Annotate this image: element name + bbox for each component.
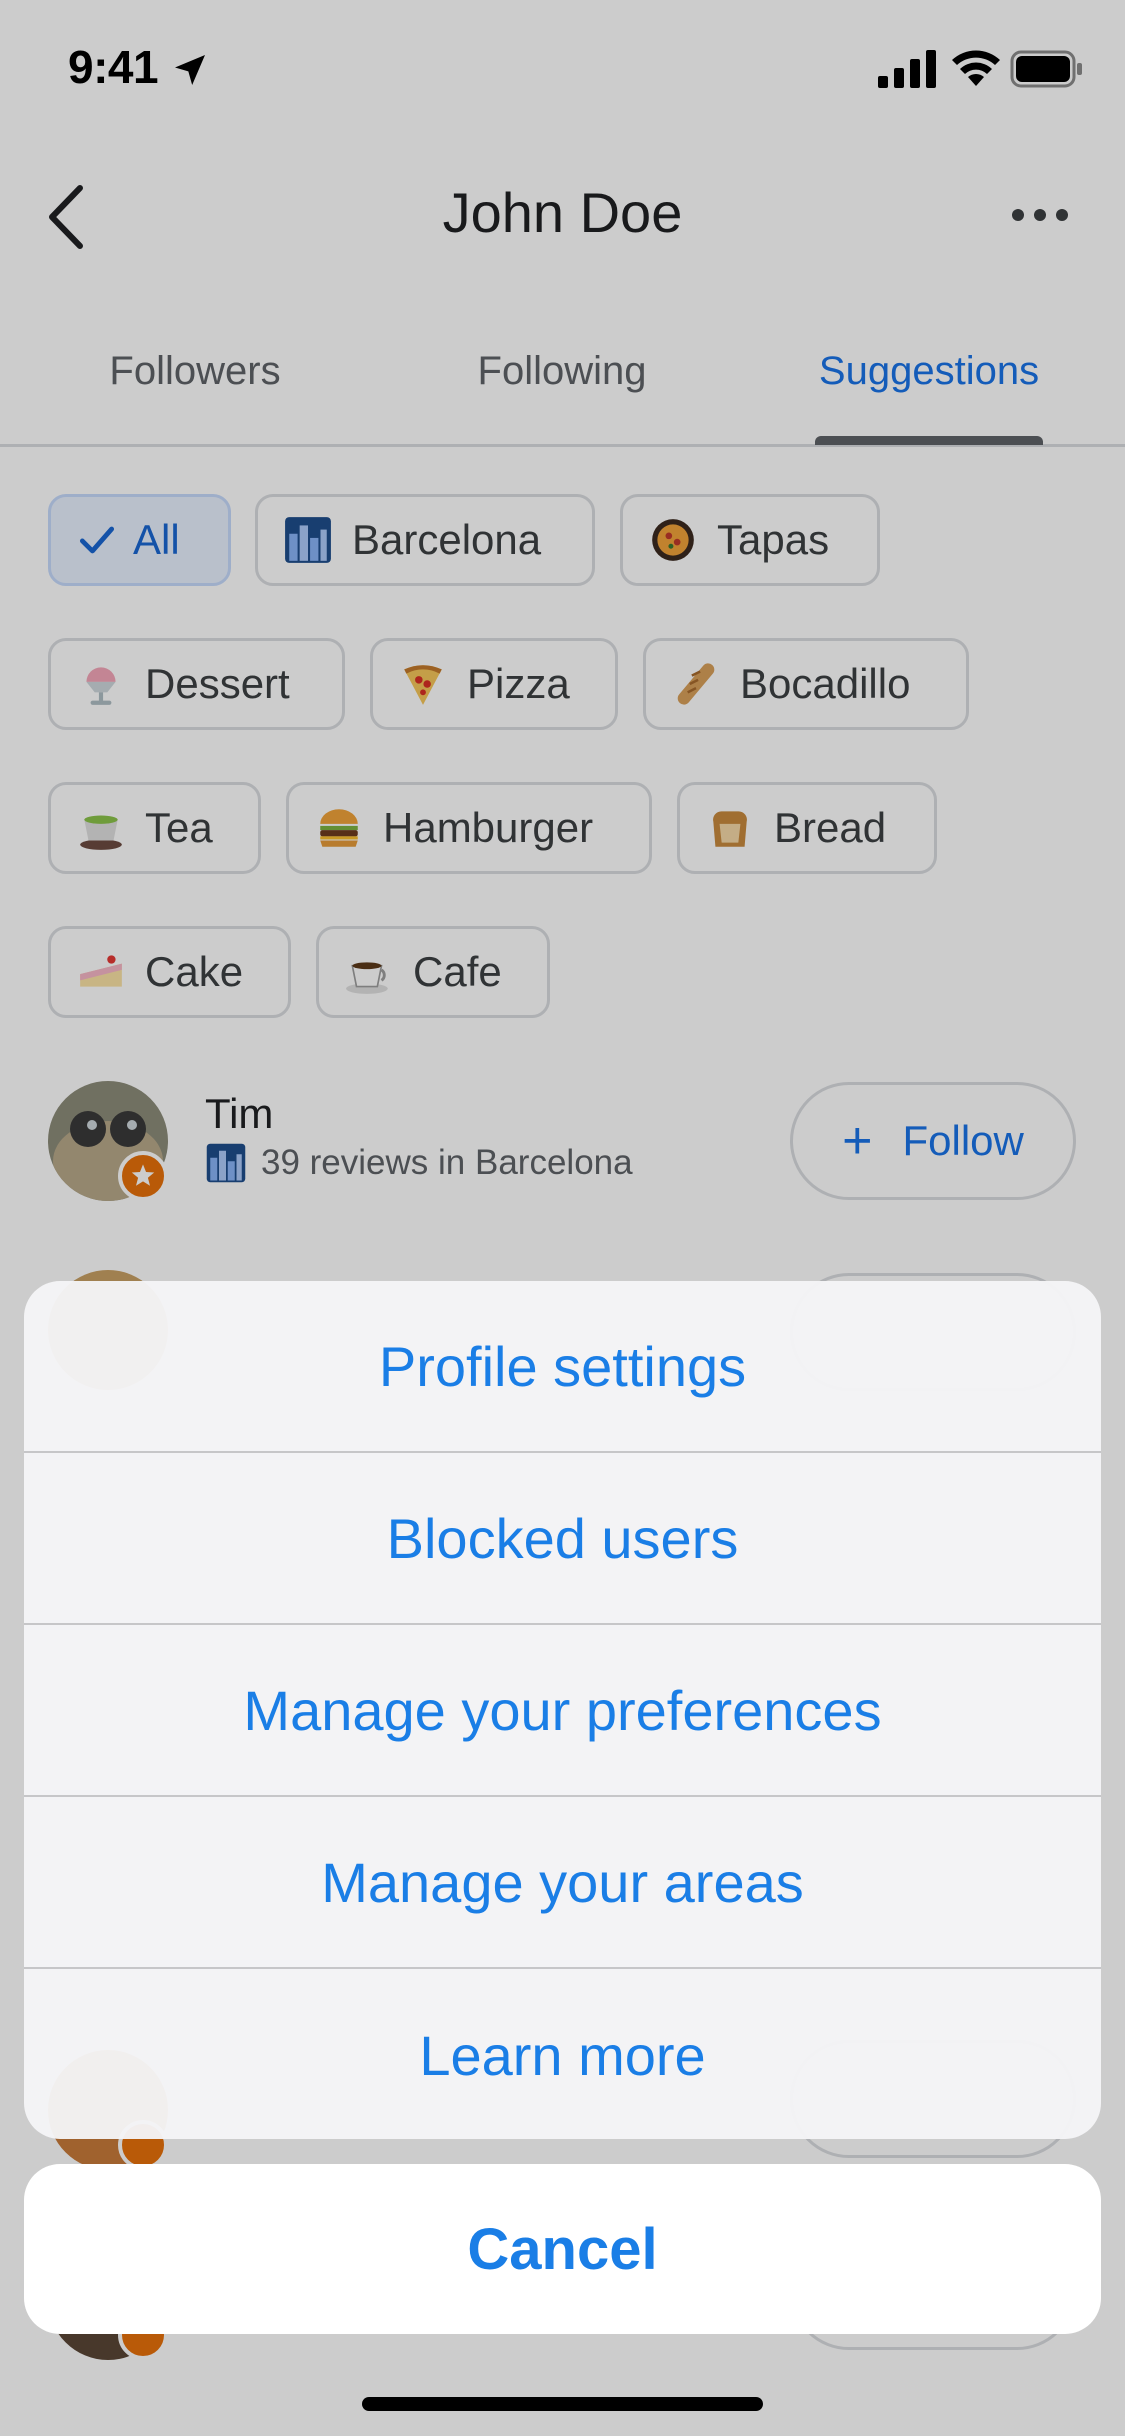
action-learn-more[interactable]: Learn more (24, 1969, 1101, 2139)
cancel-button[interactable]: Cancel (24, 2164, 1101, 2334)
action-manage-areas[interactable]: Manage your areas (24, 1797, 1101, 1969)
action-manage-preferences[interactable]: Manage your preferences (24, 1625, 1101, 1797)
home-indicator[interactable] (362, 2397, 763, 2411)
action-sheet: Profile settings Blocked users Manage yo… (24, 1281, 1101, 2139)
action-profile-settings[interactable]: Profile settings (24, 1281, 1101, 1453)
action-blocked-users[interactable]: Blocked users (24, 1453, 1101, 1625)
